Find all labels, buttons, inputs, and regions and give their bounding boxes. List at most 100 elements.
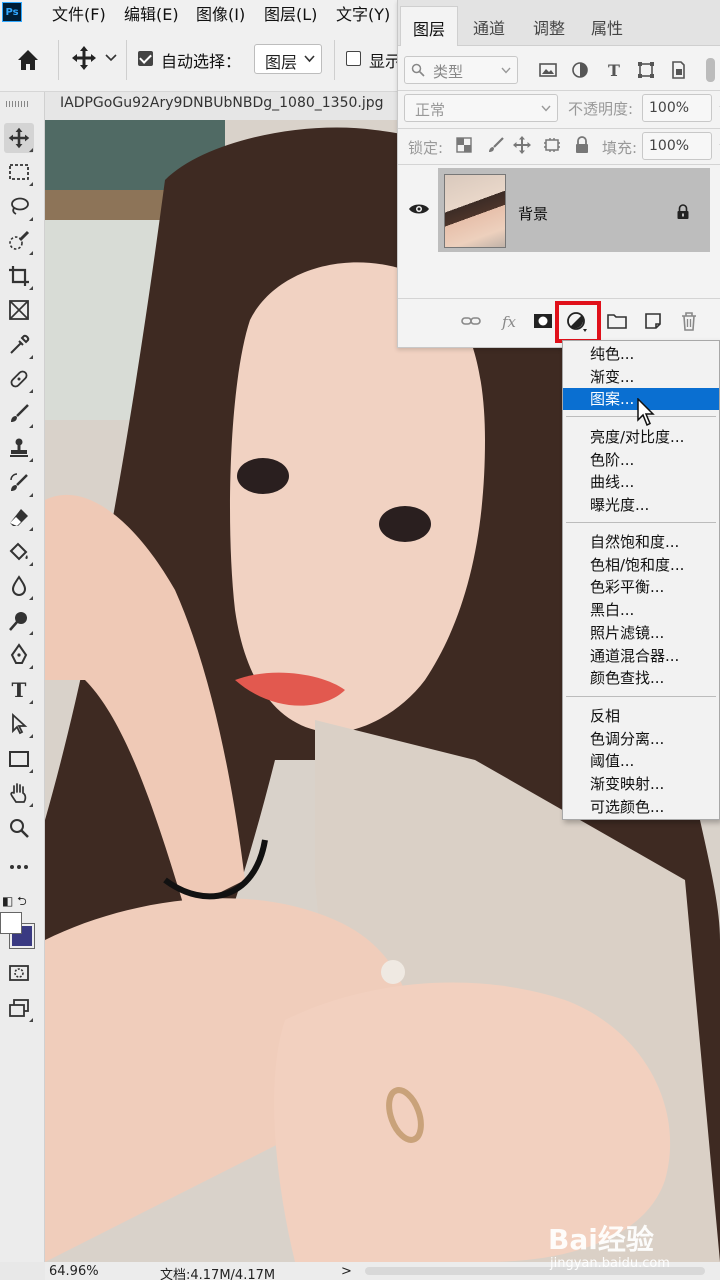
menu-item-channel-mixer[interactable]: 通道混合器... bbox=[563, 645, 719, 667]
image-filter-icon[interactable] bbox=[538, 60, 558, 80]
menu-file[interactable]: 文件(F) bbox=[52, 1, 106, 25]
pen-icon bbox=[10, 643, 28, 664]
quick-selection-tool[interactable] bbox=[4, 226, 34, 256]
menu-item-black-white[interactable]: 黑白... bbox=[563, 599, 719, 621]
layer-lock-icon[interactable] bbox=[676, 204, 690, 220]
menu-item-posterize[interactable]: 色调分离... bbox=[563, 728, 719, 750]
folder-icon[interactable] bbox=[606, 310, 628, 332]
auto-select-checkbox[interactable] bbox=[138, 51, 153, 66]
zoom-level[interactable]: 64.96% bbox=[49, 1264, 99, 1279]
tab-layers[interactable]: 图层 bbox=[400, 6, 458, 46]
divider bbox=[58, 40, 59, 80]
eyedropper-icon bbox=[10, 334, 30, 354]
layers-panel: 图层 通道 调整 属性 类型 T 正常 不透明度: 100% 锁定: 填充: 1… bbox=[397, 0, 720, 348]
crop-icon bbox=[9, 266, 29, 286]
menu-item-color-lookup[interactable]: 颜色查找... bbox=[563, 667, 719, 689]
lasso-tool[interactable] bbox=[4, 192, 34, 222]
panel-grip[interactable] bbox=[6, 101, 28, 107]
opacity-input[interactable]: 100% bbox=[642, 94, 720, 122]
lock-all-icon[interactable] bbox=[572, 135, 592, 155]
menu-layer[interactable]: 图层(L) bbox=[264, 1, 317, 25]
layer-filter-dropdown[interactable]: 类型 bbox=[404, 56, 518, 84]
blend-mode-dropdown[interactable]: 正常 bbox=[404, 94, 558, 122]
menu-item-gradient[interactable]: 渐变... bbox=[563, 366, 719, 388]
status-menu-arrow[interactable]: > bbox=[341, 1264, 352, 1279]
menu-item-solid-color[interactable]: 纯色... bbox=[563, 343, 719, 365]
more-tools[interactable] bbox=[4, 852, 34, 882]
link-icon[interactable] bbox=[460, 310, 482, 332]
home-icon[interactable] bbox=[14, 46, 42, 74]
blur-tool[interactable] bbox=[4, 571, 34, 601]
layer-row-background[interactable]: 背景 bbox=[438, 168, 710, 252]
chevron-down-icon[interactable] bbox=[104, 52, 118, 64]
marquee-tool[interactable] bbox=[4, 157, 34, 187]
menu-item-photo-filter[interactable]: 照片滤镜... bbox=[563, 622, 719, 644]
brush-tool[interactable] bbox=[4, 399, 34, 429]
swap-colors-icon[interactable]: ◧ ⮌ bbox=[2, 892, 27, 913]
move-tool-icon[interactable] bbox=[70, 44, 98, 72]
menu-item-threshold[interactable]: 阈值... bbox=[563, 750, 719, 772]
dodge-tool[interactable] bbox=[4, 606, 34, 636]
document-tab[interactable]: IADPGoGu92Ary9DNBUbNBDg_1080_1350.jpg bbox=[45, 92, 397, 120]
shape-filter-icon[interactable] bbox=[636, 60, 656, 80]
eraser-tool[interactable] bbox=[4, 502, 34, 532]
eye-icon[interactable] bbox=[408, 201, 430, 217]
menu-item-brightness-contrast[interactable]: 亮度/对比度... bbox=[563, 426, 719, 448]
lock-position-icon[interactable] bbox=[512, 135, 532, 155]
filter-toggle[interactable] bbox=[706, 58, 715, 82]
tab-adjustments[interactable]: 调整 bbox=[520, 6, 578, 46]
adjustment-filter-icon[interactable] bbox=[570, 60, 590, 80]
menu-item-vibrance[interactable]: 自然饱和度... bbox=[563, 531, 719, 553]
pen-tool[interactable] bbox=[4, 640, 34, 670]
eyedropper-tool[interactable] bbox=[4, 330, 34, 360]
show-transform-checkbox[interactable] bbox=[346, 51, 361, 66]
baidu-watermark: Bai经验 jingyan.baidu.com bbox=[548, 1218, 716, 1276]
lock-transparency-icon[interactable] bbox=[454, 135, 474, 155]
divider bbox=[398, 298, 720, 299]
frame-tool[interactable] bbox=[4, 295, 34, 325]
type-tool[interactable]: T bbox=[4, 675, 34, 705]
opacity-label: 不透明度: bbox=[568, 100, 634, 118]
history-brush-tool[interactable] bbox=[4, 468, 34, 498]
tab-channels[interactable]: 通道 bbox=[460, 6, 518, 46]
brush-icon bbox=[11, 404, 29, 422]
fx-icon[interactable]: fx bbox=[498, 310, 520, 332]
quick-mask-toggle[interactable] bbox=[4, 958, 34, 988]
type-filter-icon[interactable]: T bbox=[604, 60, 624, 80]
menu-image[interactable]: 图像(I) bbox=[196, 1, 245, 25]
paint-bucket-tool[interactable] bbox=[4, 537, 34, 567]
clone-stamp-tool[interactable] bbox=[4, 433, 34, 463]
menu-item-curves[interactable]: 曲线... bbox=[563, 471, 719, 493]
menu-type[interactable]: 文字(Y) bbox=[336, 1, 390, 25]
fill-value: 100% bbox=[649, 138, 690, 154]
move-tool[interactable] bbox=[4, 123, 34, 153]
zoom-tool[interactable] bbox=[4, 813, 34, 843]
menu-item-invert[interactable]: 反相 bbox=[563, 705, 719, 727]
healing-brush-tool[interactable] bbox=[4, 364, 34, 394]
screen-mode-toggle[interactable] bbox=[4, 993, 34, 1023]
menu-item-exposure[interactable]: 曝光度... bbox=[563, 494, 719, 516]
auto-select-target-dropdown[interactable]: 图层 bbox=[254, 44, 322, 74]
menu-edit[interactable]: 编辑(E) bbox=[124, 1, 179, 25]
lock-artboard-icon[interactable] bbox=[542, 135, 562, 155]
stamp-icon bbox=[10, 438, 28, 457]
fill-input[interactable]: 100% bbox=[642, 132, 720, 160]
menu-item-gradient-map[interactable]: 渐变映射... bbox=[563, 773, 719, 795]
path-selection-tool[interactable] bbox=[4, 709, 34, 739]
tab-properties[interactable]: 属性 bbox=[578, 6, 636, 46]
crop-tool[interactable] bbox=[4, 261, 34, 291]
menu-item-hue-saturation[interactable]: 色相/饱和度... bbox=[563, 554, 719, 576]
smart-object-filter-icon[interactable] bbox=[668, 60, 688, 80]
adjustment-button-highlight bbox=[555, 301, 601, 343]
trash-icon[interactable] bbox=[678, 310, 700, 332]
lock-pixels-icon[interactable] bbox=[486, 135, 506, 155]
new-layer-icon[interactable] bbox=[642, 310, 664, 332]
menu-item-selective-color[interactable]: 可选颜色... bbox=[563, 796, 719, 818]
rectangle-tool[interactable] bbox=[4, 744, 34, 774]
menu-item-color-balance[interactable]: 色彩平衡... bbox=[563, 576, 719, 598]
foreground-color-swatch[interactable] bbox=[0, 912, 22, 934]
cursor-arrow-icon bbox=[12, 712, 28, 735]
mask-icon[interactable] bbox=[532, 310, 554, 332]
hand-tool[interactable] bbox=[4, 778, 34, 808]
menu-item-levels[interactable]: 色阶... bbox=[563, 449, 719, 471]
